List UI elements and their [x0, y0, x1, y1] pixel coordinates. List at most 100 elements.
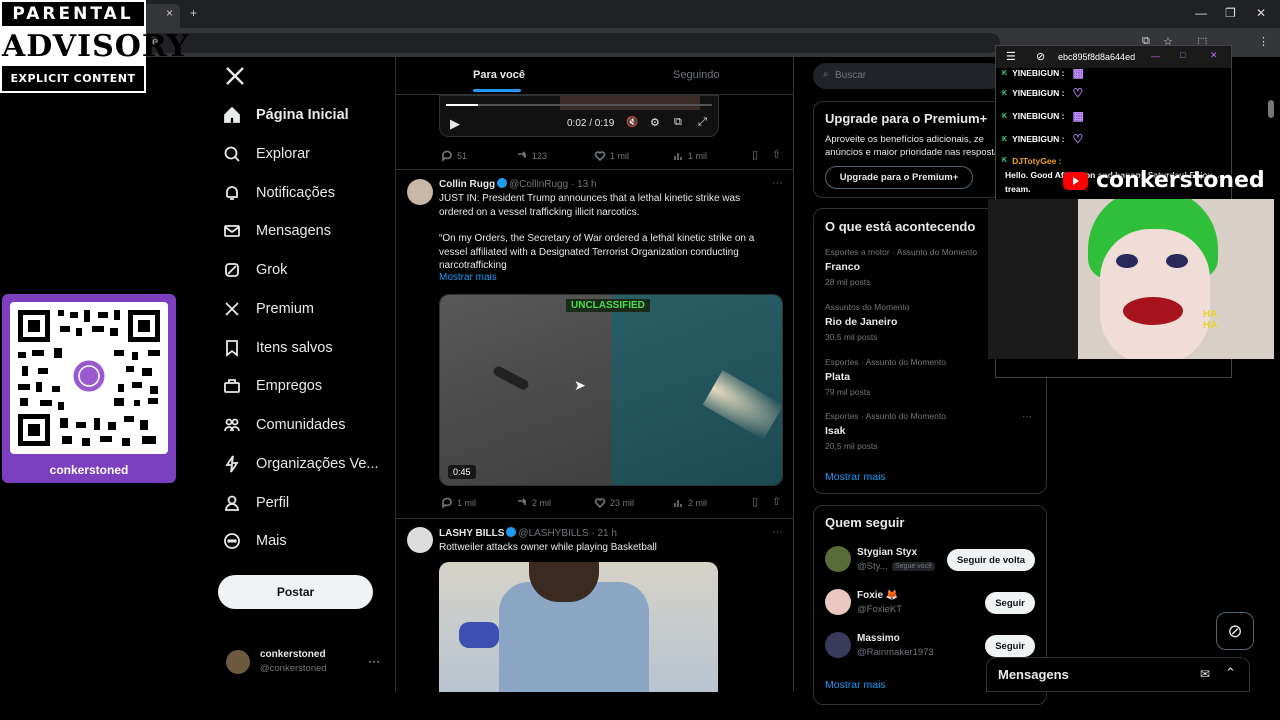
tweet-image[interactable] [439, 562, 718, 692]
nav-item-itens-salvos[interactable]: Itens salvos [222, 333, 333, 363]
nav-label: Itens salvos [256, 340, 333, 356]
search-icon [224, 146, 240, 162]
maximize-icon[interactable]: □ [1180, 50, 1185, 60]
follow-name[interactable]: Stygian Styx [857, 547, 917, 558]
more-dots-icon[interactable]: ··· [772, 177, 783, 189]
nav-item-mensagens[interactable]: Mensagens [222, 216, 331, 246]
tab-following[interactable]: Seguindo [673, 69, 720, 81]
grok-icon[interactable]: ⊘ [1216, 612, 1254, 650]
bookmark-icon[interactable]: ▯ [752, 495, 758, 508]
video-player[interactable]: ▶ 0:02 / 0:19 🔇 ⚙ ⧉ ⤢ [439, 95, 719, 137]
bookmark-icon [226, 340, 238, 357]
share-icon[interactable]: ⇧ [772, 148, 781, 161]
fullscreen-icon[interactable]: ⤢ [698, 116, 707, 129]
tab-indicator [473, 89, 521, 92]
avatar[interactable] [825, 589, 851, 615]
tweet-author[interactable]: LASHY BILLS [439, 528, 504, 539]
video-progress[interactable] [446, 104, 712, 106]
tweet-text: JUST IN: President Trump announces that … [439, 193, 741, 218]
nav-item-explorar[interactable]: Explorar [222, 139, 310, 169]
browser-tab[interactable] [140, 4, 180, 28]
follow-show-more[interactable]: Mostrar mais [825, 679, 886, 691]
tweet-handle[interactable]: @CollinRugg · 13 h [509, 179, 596, 190]
timeline: Para você Seguindo ▶ 0:02 / 0:19 🔇 ⚙ ⧉ ⤢… [395, 57, 794, 692]
maximize-icon[interactable]: ❐ [1225, 6, 1236, 20]
avatar[interactable] [407, 527, 433, 553]
minimize-icon[interactable]: — [1195, 6, 1207, 20]
bookmark-icon[interactable]: ▯ [752, 148, 758, 161]
close-tab-icon[interactable]: × [166, 6, 173, 20]
like-count: 23 mil [610, 498, 635, 508]
trend-name: Franco [825, 261, 861, 273]
nav-item-empregos[interactable]: Empregos [222, 371, 322, 401]
nav-item-grok[interactable]: Grok [222, 255, 287, 285]
avatar[interactable] [407, 179, 433, 205]
like-stat[interactable]: 1 mil [594, 150, 629, 162]
like-stat[interactable]: 23 mil [594, 497, 634, 509]
close-window-icon[interactable]: ✕ [1256, 6, 1266, 20]
nav-label: Página Inicial [256, 107, 349, 123]
x-logo-icon[interactable] [225, 66, 245, 91]
pip-icon[interactable]: ⧉ [674, 116, 682, 129]
show-more-link[interactable]: Mostrar mais [439, 272, 497, 283]
follow-name[interactable]: Foxie 🦊 [857, 590, 898, 601]
play-icon[interactable]: ▶ [450, 116, 460, 132]
views-stat[interactable]: 2 mil [672, 497, 707, 509]
views-count: 1 mil [688, 151, 708, 161]
more-dots-icon[interactable]: ··· [1022, 411, 1032, 422]
views-stat[interactable]: 1 mil [672, 150, 707, 162]
video-duration: 0:45 [448, 465, 476, 479]
kick-badge-icon: K [1002, 135, 1008, 143]
expand-icon[interactable]: ⌃ [1225, 665, 1236, 681]
hamburger-icon[interactable]: ☰ [1006, 50, 1016, 63]
nav-item-mais[interactable]: Mais [222, 526, 287, 556]
nav-item-premium[interactable]: Premium [222, 294, 314, 324]
reply-stat[interactable]: 51 [441, 150, 467, 162]
upgrade-premium-button[interactable]: Upgrade para o Premium+ [825, 166, 973, 189]
nav-item-perfil[interactable]: Perfil [222, 488, 289, 518]
compose-message-icon[interactable]: ✉ [1200, 667, 1210, 681]
messages-drawer[interactable]: Mensagens ✉ ⌃ [986, 657, 1250, 692]
more-dots-icon[interactable]: ··· [368, 654, 380, 668]
address-bar[interactable]: ne [140, 33, 1000, 53]
tweet-author[interactable]: Collin Rugg [439, 179, 495, 190]
chat-user: YINEBIGUN : [1012, 134, 1065, 144]
reply-stat[interactable]: 1 mil [441, 497, 476, 509]
nav-item-notifica-es[interactable]: Notificações [222, 178, 335, 208]
hidden-eye-icon[interactable]: ⊘ [1036, 50, 1045, 63]
mute-icon[interactable]: 🔇 [626, 117, 638, 128]
account-switcher[interactable]: conkerstoned @conkerstoned ··· [226, 648, 386, 678]
settings-icon[interactable]: ⚙ [650, 116, 660, 129]
follow-button[interactable]: Seguir [985, 635, 1035, 657]
channel-label: conkerstoned [1096, 168, 1265, 193]
follow-name[interactable]: Massimo [857, 633, 900, 644]
nav-item-p-gina-inicial[interactable]: Página Inicial [222, 100, 349, 130]
mail-icon [224, 225, 240, 237]
emote-icon: ▦ [1072, 109, 1084, 123]
tweet-video[interactable]: UNCLASSIFIED 0:45 ➤ [439, 294, 783, 486]
repost-count: 123 [532, 151, 548, 161]
menu-dots-icon[interactable]: ⋮ [1258, 35, 1269, 48]
post-button[interactable]: Postar [218, 575, 373, 609]
qr-label: conkerstoned [49, 463, 129, 477]
nav-item-comunidades[interactable]: Comunidades [222, 410, 345, 440]
tweet-handle[interactable]: @LASHYBILLS · 21 h [518, 528, 617, 539]
repost-stat[interactable]: 2 mil [516, 497, 551, 509]
kick-badge-icon: K [1002, 69, 1008, 77]
close-icon[interactable]: ✕ [1210, 50, 1218, 61]
share-icon[interactable]: ⇧ [772, 495, 781, 508]
avatar[interactable] [825, 632, 851, 658]
nav-item-organiza-es-ve-[interactable]: Organizações Ve... [222, 449, 379, 479]
scrollbar-thumb[interactable] [1268, 100, 1274, 118]
avatar[interactable] [825, 546, 851, 572]
views-icon [674, 153, 682, 160]
trends-show-more[interactable]: Mostrar mais [825, 471, 886, 483]
new-tab-icon[interactable]: + [190, 6, 197, 20]
tab-for-you[interactable]: Para você [473, 69, 525, 81]
follow-button[interactable]: Seguir [985, 592, 1035, 614]
minimize-icon[interactable]: — [1151, 51, 1160, 61]
repost-stat[interactable]: 123 [516, 150, 547, 162]
follow-button[interactable]: Seguir de volta [947, 549, 1035, 571]
more-dots-icon[interactable]: ··· [772, 526, 783, 538]
search-input[interactable]: Buscar [813, 63, 1003, 89]
